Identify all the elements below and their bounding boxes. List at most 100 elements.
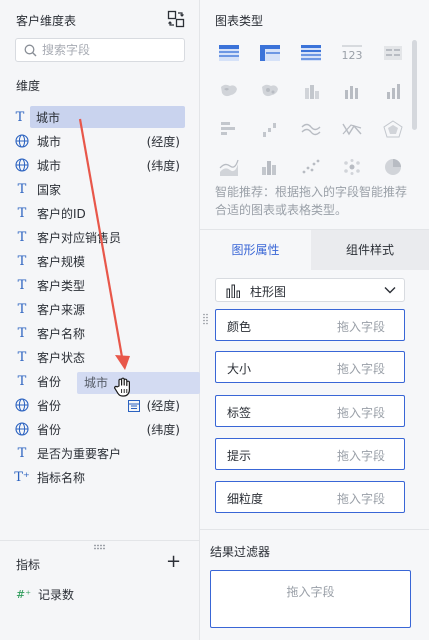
- kpi-number-icon[interactable]: 123: [337, 40, 367, 66]
- heat-map-icon[interactable]: [255, 78, 285, 104]
- field-name: 省份: [37, 398, 62, 413]
- dimension-field-row[interactable]: T⁺ 指标名称: [12, 466, 184, 488]
- text-type-icon: T: [17, 301, 27, 317]
- bar-chart-icon[interactable]: [214, 116, 244, 142]
- field-name: 国家: [37, 182, 62, 197]
- chart-list-scrollbar[interactable]: [412, 40, 417, 130]
- dimension-field-row[interactable]: T 是否为重要客户: [12, 442, 184, 464]
- dimension-field-row[interactable]: 省份 (纬度): [12, 418, 184, 440]
- stacked-bar-icon[interactable]: [296, 78, 326, 104]
- tooltip-drop-zone[interactable]: 提示 拖入字段: [215, 438, 405, 470]
- drop-zone-hint: 拖入字段: [286, 585, 335, 599]
- metric-row[interactable]: #⁺ 记录数: [16, 586, 74, 603]
- table-icon: [128, 400, 140, 412]
- field-name: 客户来源: [37, 302, 86, 317]
- dimension-field-row[interactable]: 城市 (经度): [12, 130, 184, 152]
- drop-zone-hint: 拖入字段: [336, 492, 385, 506]
- grouped-column-icon[interactable]: [378, 78, 408, 104]
- dimension-field-row[interactable]: T 国家: [12, 178, 184, 200]
- add-metric-button[interactable]: +: [166, 553, 181, 571]
- dimension-field-row[interactable]: T 客户对应销售员: [12, 226, 184, 248]
- field-geo-suffix: (经度): [146, 398, 180, 413]
- dimension-field-row[interactable]: 城市 (纬度): [12, 154, 184, 176]
- result-filter-title: 结果过滤器: [210, 545, 271, 559]
- text-type-icon: T: [17, 349, 27, 365]
- chart-type-title: 图表类型: [215, 14, 264, 28]
- text-type-icon: T: [15, 109, 25, 125]
- search-input[interactable]: [42, 42, 177, 58]
- search-icon: [24, 44, 37, 57]
- dimension-field-row[interactable]: T 客户规模: [12, 250, 184, 272]
- chart-type-select[interactable]: 柱形图: [215, 278, 405, 302]
- chart-type-label: 柱形图: [250, 285, 287, 299]
- tab-component-style[interactable]: 组件样式: [311, 230, 429, 270]
- drop-zone-label: 颜色: [227, 320, 252, 334]
- property-tabs: 图形属性 组件样式: [200, 229, 429, 270]
- scatter-chart-icon[interactable]: [296, 154, 326, 180]
- size-drop-zone[interactable]: 大小 拖入字段: [215, 351, 405, 383]
- panel-divider: [0, 540, 200, 541]
- resize-grip-icon[interactable]: [93, 544, 107, 550]
- dimension-field-row[interactable]: T 客户的ID: [12, 202, 184, 224]
- property-panel: 图表类型 123 智能推荐：根据拖入的字段智能推荐合适的图表或表格类型。 图形属…: [200, 0, 429, 640]
- drag-ghost-chip: 城市: [77, 372, 200, 394]
- region-map-icon[interactable]: [214, 78, 244, 104]
- text-type-icon: T: [17, 229, 27, 245]
- bubble-chart-icon[interactable]: [337, 154, 367, 180]
- field-name: 客户的ID: [37, 206, 86, 221]
- combo-bar-icon[interactable]: [255, 154, 285, 180]
- field-name: 客户名称: [37, 326, 86, 341]
- chevron-down-icon: [384, 287, 396, 294]
- label-drop-zone[interactable]: 标签 拖入字段: [215, 395, 405, 427]
- field-geo-suffix: (经度): [146, 134, 180, 149]
- field-name: 城市: [36, 110, 61, 125]
- column-chart-icon[interactable]: [337, 78, 367, 104]
- table-chart-icon[interactable]: [214, 40, 244, 66]
- dimension-field-row[interactable]: T 客户来源: [12, 298, 184, 320]
- drop-zone-hint: 拖入字段: [336, 320, 385, 334]
- globe-icon: [12, 158, 32, 172]
- field-name: 是否为重要客户: [37, 446, 122, 461]
- text-type-icon: T: [17, 253, 27, 269]
- text-calc-icon: T⁺: [14, 469, 30, 485]
- text-type-icon: T: [17, 373, 27, 389]
- dimension-field-row[interactable]: T 客户状态: [12, 346, 184, 368]
- area-chart-icon[interactable]: [214, 154, 244, 180]
- pie-chart-icon[interactable]: [378, 154, 408, 180]
- field-name: 指标名称: [37, 470, 86, 485]
- dimension-field-row[interactable]: T 客户名称: [12, 322, 184, 344]
- text-type-icon: T: [17, 181, 27, 197]
- cross-table-icon[interactable]: [255, 40, 285, 66]
- metric-name: 记录数: [38, 588, 75, 602]
- field-name: 省份: [37, 374, 62, 389]
- field-search[interactable]: [15, 38, 185, 62]
- radar-line-icon[interactable]: [337, 116, 367, 142]
- drop-zone-hint: 拖入字段: [336, 406, 385, 420]
- field-geo-suffix: (纬度): [146, 422, 180, 437]
- dimension-field-row[interactable]: 省份 (经度): [12, 394, 184, 416]
- side-resize-grip-icon[interactable]: [203, 313, 208, 325]
- detail-table-icon[interactable]: [296, 40, 326, 66]
- field-name: 城市: [37, 134, 62, 149]
- metric-heading: 指标: [16, 558, 41, 572]
- field-row-dragging[interactable]: T 城市: [16, 106, 185, 128]
- tab-graph-properties[interactable]: 图形属性: [200, 230, 311, 270]
- result-filter-drop-zone[interactable]: 拖入字段: [210, 570, 411, 628]
- list-table-icon[interactable]: [378, 40, 408, 66]
- color-drop-zone[interactable]: 颜色 拖入字段: [215, 309, 405, 341]
- globe-icon: [12, 398, 32, 412]
- number-type-icon: #⁺: [16, 588, 32, 601]
- drop-zone-label: 大小: [227, 362, 252, 376]
- waterfall-icon[interactable]: [255, 116, 285, 142]
- granularity-drop-zone[interactable]: 细粒度 拖入字段: [215, 481, 405, 513]
- svg-text:123: 123: [342, 49, 363, 62]
- switch-dataset-icon[interactable]: [167, 10, 185, 28]
- text-type-icon: T: [17, 277, 27, 293]
- field-panel: 客户维度表 维度 T 城市 城市 (经度) 城市 (纬度) T 国家 T 客户的ID T 客户对应…: [0, 0, 200, 640]
- bar-chart-icon: [226, 284, 240, 298]
- line-chart-icon[interactable]: [296, 116, 326, 142]
- field-geo-suffix: (纬度): [146, 158, 180, 173]
- radar-chart-icon[interactable]: [378, 116, 408, 142]
- hand-cursor-icon: [114, 377, 130, 397]
- dimension-field-row[interactable]: T 客户类型: [12, 274, 184, 296]
